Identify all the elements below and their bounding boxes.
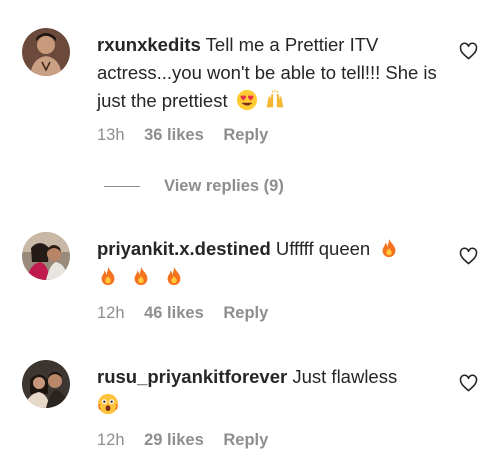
comment-username[interactable]: rxunxkedits bbox=[97, 34, 201, 55]
avatar[interactable] bbox=[22, 232, 70, 280]
comment-body: rusu_priyankitforever Just flawless bbox=[97, 363, 437, 419]
comment-meta: 13h 36 likes Reply bbox=[97, 126, 283, 145]
comment-text: Just flawless bbox=[292, 366, 398, 387]
comment-username[interactable]: priyankit.x.destined bbox=[97, 238, 271, 259]
comment-body: rxunxkedits Tell me a Prettier ITV actre… bbox=[97, 31, 437, 115]
likes-count[interactable]: 36 likes bbox=[144, 126, 204, 144]
fire-emoji bbox=[130, 265, 152, 287]
astonished-emoji bbox=[97, 393, 119, 415]
comment-text: Ufffff queen bbox=[275, 238, 371, 259]
reply-button[interactable]: Reply bbox=[223, 304, 268, 322]
heart-outline-icon[interactable] bbox=[459, 247, 478, 266]
heart-outline-icon[interactable] bbox=[459, 374, 478, 393]
raising-hands-emoji bbox=[264, 89, 286, 111]
comment-body: priyankit.x.destined Ufffff queen bbox=[97, 235, 437, 291]
comment-meta: 12h 29 likes Reply bbox=[97, 431, 283, 450]
comment-time: 12h bbox=[97, 431, 125, 449]
comment-time: 13h bbox=[97, 126, 125, 144]
avatar[interactable] bbox=[22, 360, 70, 408]
view-replies-label: View replies (9) bbox=[164, 177, 284, 195]
likes-count[interactable]: 46 likes bbox=[144, 304, 204, 322]
fire-emoji bbox=[163, 265, 185, 287]
reply-button[interactable]: Reply bbox=[223, 431, 268, 449]
likes-count[interactable]: 29 likes bbox=[144, 431, 204, 449]
heart-eyes-emoji bbox=[236, 89, 258, 111]
comment-meta: 12h 46 likes Reply bbox=[97, 304, 283, 323]
comment-username[interactable]: rusu_priyankitforever bbox=[97, 366, 287, 387]
fire-emoji bbox=[97, 265, 119, 287]
avatar[interactable] bbox=[22, 28, 70, 76]
reply-button[interactable]: Reply bbox=[223, 126, 268, 144]
comment-time: 12h bbox=[97, 304, 125, 322]
comments-list: rxunxkedits Tell me a Prettier ITV actre… bbox=[0, 0, 492, 457]
view-replies-button[interactable]: View replies (9) bbox=[104, 177, 284, 196]
heart-outline-icon[interactable] bbox=[459, 42, 478, 61]
replies-divider bbox=[104, 186, 140, 187]
fire-emoji bbox=[378, 237, 400, 259]
